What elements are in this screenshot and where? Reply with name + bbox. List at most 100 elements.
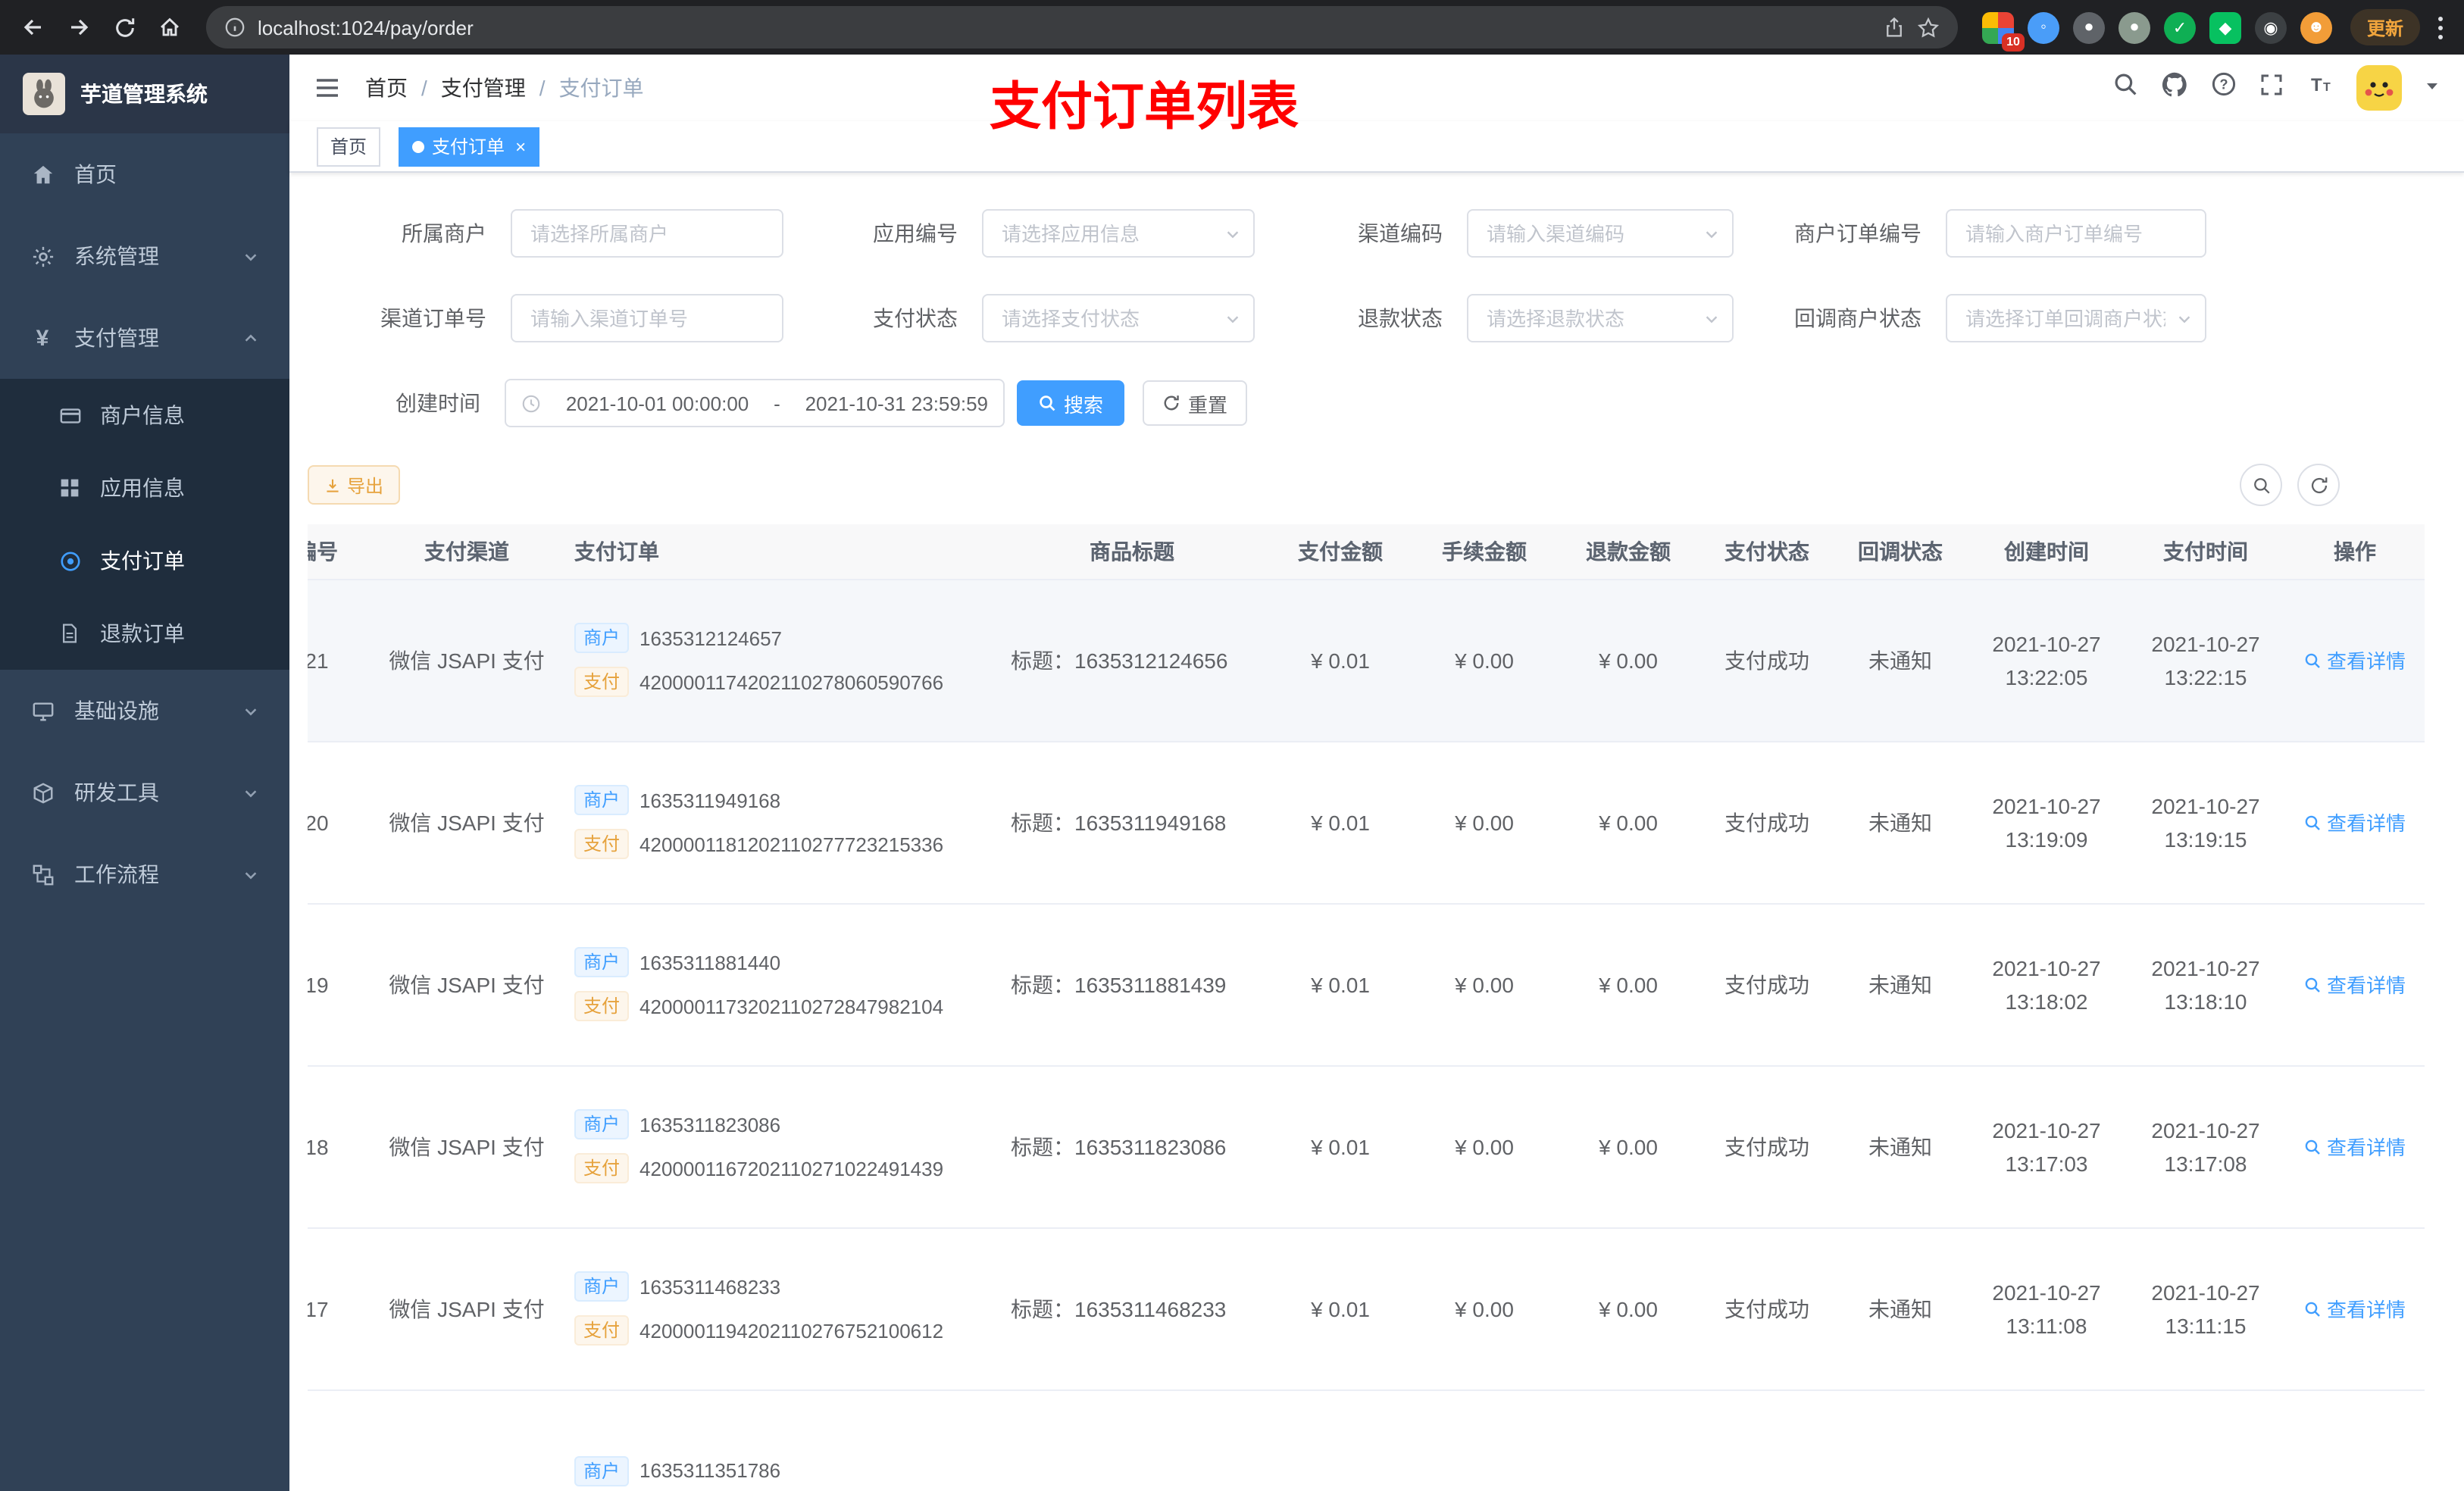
notify-status-select[interactable] bbox=[1946, 294, 2206, 342]
workflow-icon bbox=[30, 862, 55, 886]
browser-profile-avatar[interactable]: ☻ bbox=[2300, 11, 2332, 43]
channel-code-select[interactable] bbox=[1467, 209, 1734, 258]
search-button[interactable]: 搜索 bbox=[1017, 380, 1125, 426]
search-icon[interactable] bbox=[2112, 71, 2138, 105]
breadcrumb-current: 支付订单 bbox=[558, 76, 644, 100]
share-icon[interactable] bbox=[1884, 17, 1905, 38]
sidebar-item-home[interactable]: 首页 bbox=[0, 133, 289, 215]
font-size-icon[interactable]: TT bbox=[2306, 72, 2334, 104]
view-detail-link[interactable]: 查看详情 bbox=[2304, 1294, 2406, 1323]
browser-back-button[interactable] bbox=[12, 6, 55, 48]
browser-menu-button[interactable] bbox=[2429, 16, 2452, 39]
merchant-badge: 商户 bbox=[574, 1109, 630, 1139]
range-end: 2021-10-31 23:59:59 bbox=[805, 392, 988, 414]
view-detail-link[interactable]: 查看详情 bbox=[2304, 970, 2406, 999]
sidebar-item-devtool[interactable]: 研发工具 bbox=[0, 752, 289, 833]
yen-icon: ¥ bbox=[36, 325, 49, 351]
browser-extension-icon[interactable]: ✓ bbox=[2163, 11, 2196, 43]
cell-status: 支付成功 bbox=[1700, 579, 1834, 742]
filter-row-1: 所属商户 应用编号 渠道编码 商户订单编号 bbox=[308, 209, 2446, 258]
cell-order: 商户 1635311823086 支付 4200001167202110271022… bbox=[556, 1065, 996, 1228]
github-icon[interactable] bbox=[2161, 70, 2188, 105]
sidebar-item-pay-order[interactable]: 支付订单 bbox=[0, 524, 289, 597]
cell-fee: ¥ 0.00 bbox=[1412, 741, 1556, 904]
bookmark-star-icon[interactable] bbox=[1917, 16, 1940, 39]
reset-button[interactable]: 重置 bbox=[1143, 380, 1248, 426]
site-info-icon[interactable] bbox=[224, 17, 245, 38]
browser-extension-icon[interactable]: 10 bbox=[1981, 11, 2025, 51]
browser-extension-icon[interactable]: ● bbox=[2072, 11, 2105, 43]
search-icon bbox=[2306, 977, 2321, 992]
sidebar-item-workflow[interactable]: 工作流程 bbox=[0, 833, 289, 915]
help-icon[interactable]: ? bbox=[2211, 71, 2237, 105]
browser-forward-button[interactable] bbox=[58, 6, 100, 48]
tag-pay-order[interactable]: 支付订单 × bbox=[399, 127, 540, 166]
browser-home-button[interactable] bbox=[149, 6, 191, 48]
pay-badge: 支付 bbox=[574, 1153, 630, 1183]
sidebar-item-system[interactable]: 系统管理 bbox=[0, 215, 289, 297]
cell-amount: ¥ 0.01 bbox=[1268, 579, 1412, 742]
document-icon bbox=[58, 621, 82, 645]
table-header-row: 编号 支付渠道 支付订单 商品标题 支付金额 手续金额 退款金额 支付状态 回调… bbox=[308, 524, 2425, 580]
col-notify: 回调状态 bbox=[1834, 524, 1967, 580]
chevron-down-icon bbox=[242, 248, 259, 264]
fullscreen-icon[interactable] bbox=[2259, 72, 2284, 104]
breadcrumb-home[interactable]: 首页 bbox=[365, 73, 408, 103]
sidebar-item-merchant-info[interactable]: 商户信息 bbox=[0, 379, 289, 452]
cell-fee: ¥ 0.00 bbox=[1412, 1065, 1556, 1228]
breadcrumb-section[interactable]: 支付管理 bbox=[441, 73, 526, 103]
create-time-range-picker[interactable]: 2021-10-01 00:00:00 - 2021-10-31 23:59:5… bbox=[505, 379, 1005, 427]
refresh-table-button[interactable] bbox=[2297, 464, 2340, 506]
app-logo bbox=[23, 73, 65, 115]
merchant-select[interactable] bbox=[511, 209, 783, 258]
view-detail-link[interactable]: 查看详情 bbox=[2304, 808, 2406, 836]
merchant-badge: 商户 bbox=[574, 623, 630, 653]
chevron-down-icon bbox=[242, 866, 259, 883]
merchant-order-no-input[interactable] bbox=[1946, 209, 2206, 258]
cell-title: 标题：1635311881439 bbox=[996, 903, 1268, 1066]
cell-refund: ¥ 0.00 bbox=[1556, 1065, 1700, 1228]
browser-refresh-button[interactable] bbox=[103, 6, 145, 48]
dashboard-icon bbox=[30, 162, 55, 186]
arrow-left-icon bbox=[23, 19, 41, 36]
pay-badge: 支付 bbox=[574, 1315, 630, 1346]
cell-created: 2021-10-27 13:11:08 bbox=[1967, 1227, 2126, 1390]
export-button[interactable]: 导出 bbox=[308, 465, 401, 505]
cell-notify: 未通知 bbox=[1834, 1065, 1967, 1228]
cell-id: 21 bbox=[308, 579, 377, 742]
tag-home[interactable]: 首页 bbox=[317, 127, 381, 166]
sidebar-item-refund-order[interactable]: 退款订单 bbox=[0, 597, 289, 670]
view-detail-link[interactable]: 查看详情 bbox=[2304, 645, 2406, 674]
sidebar-item-app-info[interactable]: 应用信息 bbox=[0, 452, 289, 524]
table-row: 21 微信 JSAPI 支付 商户1635312124657 支付4200001… bbox=[308, 579, 2425, 742]
shrink-search-button[interactable] bbox=[2240, 464, 2282, 506]
pay-status-select[interactable] bbox=[982, 294, 1255, 342]
refund-status-select[interactable] bbox=[1467, 294, 1734, 342]
sidebar-item-pay[interactable]: ¥ 支付管理 bbox=[0, 297, 289, 379]
cell-created: 2021-10-27 13:19:09 bbox=[1967, 741, 2126, 904]
col-amount: 支付金额 bbox=[1268, 524, 1412, 580]
app-select[interactable] bbox=[982, 209, 1255, 258]
browser-extension-icon[interactable]: ● bbox=[2118, 11, 2150, 43]
close-icon[interactable]: × bbox=[515, 137, 526, 155]
browser-update-button[interactable]: 更新 bbox=[2350, 9, 2420, 45]
address-bar[interactable]: localhost:1024/pay/order bbox=[206, 6, 1958, 48]
filter-label: 渠道编码 bbox=[1358, 221, 1443, 245]
cell-title: 标题：1635312124656 bbox=[996, 579, 1268, 742]
sidebar-item-infra[interactable]: 基础设施 bbox=[0, 670, 289, 752]
channel-order-no-input[interactable] bbox=[511, 294, 783, 342]
caret-down-icon[interactable] bbox=[2425, 74, 2440, 102]
user-avatar[interactable] bbox=[2356, 65, 2402, 111]
browser-extension-icon[interactable]: ◆ bbox=[2209, 11, 2241, 43]
filter-row-3: 创建时间 2021-10-01 00:00:00 - 2021-10-31 23… bbox=[308, 379, 2446, 427]
cell-paid: 2021-10-27 13:11:15 bbox=[2126, 1227, 2285, 1390]
view-detail-link[interactable]: 查看详情 bbox=[2304, 1132, 2406, 1161]
chevron-down-icon bbox=[242, 784, 259, 801]
browser-extension-icon[interactable]: ◦ bbox=[2027, 11, 2059, 43]
refresh-icon bbox=[115, 17, 134, 36]
hamburger-icon[interactable] bbox=[314, 74, 341, 102]
browser-extension-icon[interactable]: ◉ bbox=[2254, 11, 2287, 43]
merchant-badge: 商户 bbox=[574, 947, 630, 977]
cell-id: 18 bbox=[308, 1065, 377, 1228]
cell-paid: 2021-10-27 13:18:10 bbox=[2126, 903, 2285, 1066]
